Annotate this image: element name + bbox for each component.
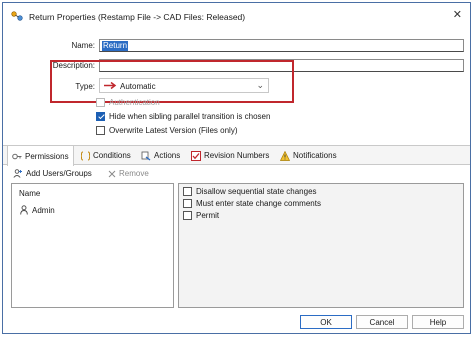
name-value: Return (102, 41, 129, 51)
tab-permissions[interactable]: Permissions (7, 146, 74, 166)
overwrite-checkbox[interactable] (96, 126, 105, 135)
remove-button[interactable]: Remove (108, 169, 149, 178)
users-list[interactable]: Name Admin (11, 183, 174, 308)
disallow-checkbox[interactable] (183, 187, 192, 196)
overwrite-checkbox-row[interactable]: Overwrite Latest Version (Files only) (96, 126, 238, 135)
permission-row-permit[interactable]: Permit (183, 211, 219, 220)
ok-button[interactable]: OK (300, 315, 352, 329)
hide-sibling-checkbox[interactable] (96, 112, 105, 121)
dialog-window: Return Properties (Restamp File -> CAD F… (2, 2, 471, 334)
add-user-icon (13, 169, 22, 178)
user-icon (20, 205, 28, 215)
tab-conditions-label: Conditions (93, 151, 131, 160)
conditions-icon (81, 151, 90, 160)
bell-icon (280, 150, 290, 161)
authentication-checkbox-row[interactable]: Authentication (96, 98, 160, 107)
permission-row-comments[interactable]: Must enter state change comments (183, 199, 321, 208)
revision-check-icon (191, 150, 201, 161)
tab-actions[interactable]: Actions (141, 146, 180, 165)
actions-icon (141, 151, 151, 161)
permit-checkbox[interactable] (183, 211, 192, 220)
list-header-name: Name (19, 189, 41, 198)
overwrite-label: Overwrite Latest Version (Files only) (109, 126, 238, 135)
permission-row-disallow[interactable]: Disallow sequential state changes (183, 187, 317, 196)
hide-sibling-checkbox-row[interactable]: Hide when sibling parallel transition is… (96, 112, 270, 121)
tab-bar: Permissions Conditions Actions Revision … (3, 145, 470, 166)
tab-permissions-label: Permissions (25, 151, 69, 161)
title-bar: Return Properties (Restamp File -> CAD F… (3, 3, 470, 28)
tab-conditions[interactable]: Conditions (81, 146, 131, 165)
cancel-button[interactable]: Cancel (356, 315, 408, 329)
window-title: Return Properties (Restamp File -> CAD F… (29, 12, 246, 22)
add-users-groups-button[interactable]: Add Users/Groups (13, 169, 92, 178)
tab-actions-label: Actions (154, 151, 181, 160)
name-input[interactable]: Return (99, 39, 464, 52)
comments-checkbox[interactable] (183, 199, 192, 208)
disallow-label: Disallow sequential state changes (196, 187, 317, 196)
transition-icon (11, 11, 23, 21)
tab-notifications[interactable]: Notifications (280, 146, 337, 165)
close-icon[interactable]: ✕ (453, 10, 462, 21)
authentication-checkbox[interactable] (96, 98, 105, 107)
tab-revision-numbers-label: Revision Numbers (204, 151, 270, 160)
list-item-label: Admin (32, 205, 55, 215)
help-button[interactable]: Help (412, 315, 464, 329)
highlight-box (50, 60, 294, 103)
add-users-groups-label: Add Users/Groups (26, 169, 92, 178)
permissions-toolbar: Add Users/Groups Remove (3, 166, 470, 182)
remove-label: Remove (119, 169, 149, 178)
authentication-label: Authentication (109, 98, 160, 107)
tab-notifications-label: Notifications (293, 151, 337, 160)
tab-revision-numbers[interactable]: Revision Numbers (191, 146, 269, 165)
comments-label: Must enter state change comments (196, 199, 321, 208)
remove-x-icon (108, 170, 116, 177)
permissions-panel: Disallow sequential state changes Must e… (178, 183, 464, 308)
permit-label: Permit (196, 211, 220, 220)
name-label: Name: (71, 41, 95, 50)
list-item[interactable]: Admin (20, 205, 55, 215)
hide-sibling-label: Hide when sibling parallel transition is… (109, 112, 271, 121)
key-icon (12, 153, 22, 159)
